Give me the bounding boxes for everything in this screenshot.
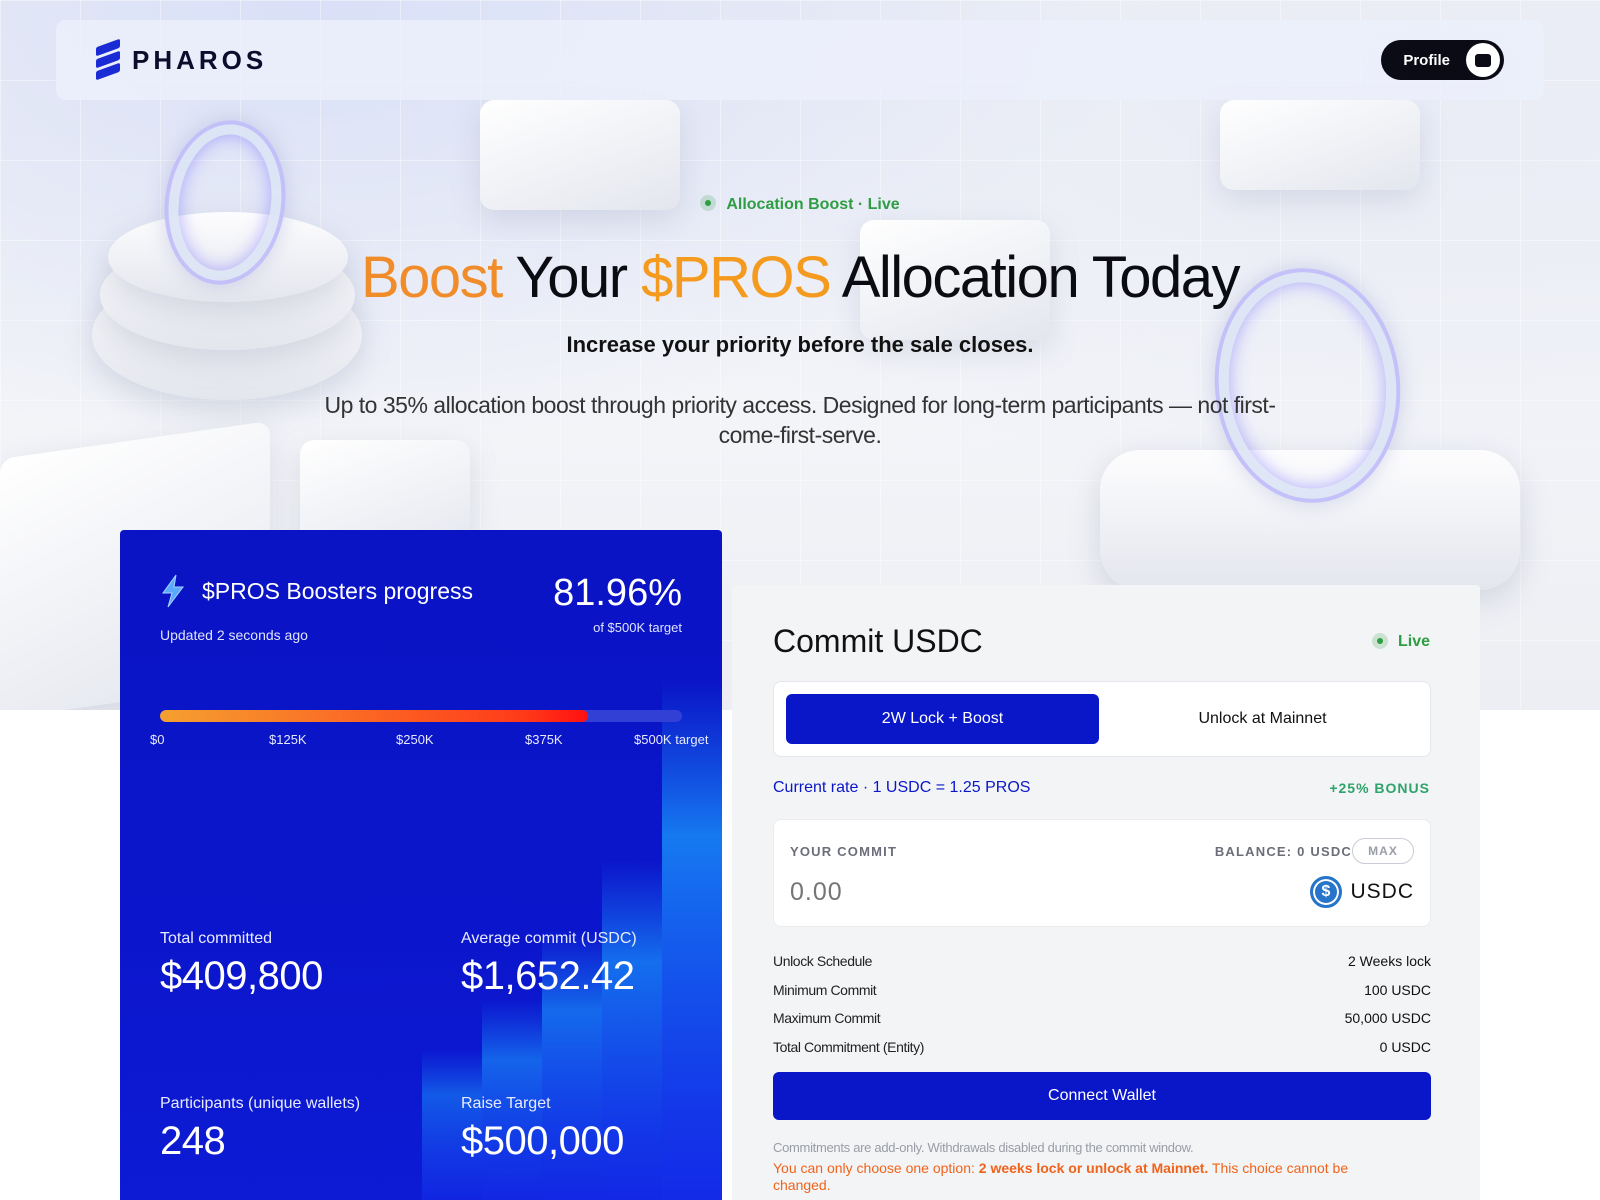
current-rate: Current rate · 1 USDC = 1.25 PROS xyxy=(773,779,1031,796)
profile-button[interactable]: Profile xyxy=(1381,40,1504,80)
lightning-bolt-icon xyxy=(162,574,184,608)
progress-title: $PROS Boosters progress xyxy=(160,574,473,608)
wallet-icon xyxy=(1466,43,1500,77)
token-symbol: USDC xyxy=(1350,880,1414,903)
commit-details: Unlock Schedule 2 Weeks lock Minimum Comm… xyxy=(773,947,1431,1061)
connect-wallet-button[interactable]: Connect Wallet xyxy=(773,1072,1431,1120)
lock-option-toggle: 2W Lock + Boost Unlock at Mainnet xyxy=(773,681,1431,757)
participants-value: 248 xyxy=(160,1119,226,1163)
page-headline: Boost Your $PROS Allocation Today xyxy=(360,245,1241,310)
commit-note: Commitments are add-only. Withdrawals di… xyxy=(773,1140,1194,1155)
token-selector: $ USDC xyxy=(1310,876,1414,908)
updated-timestamp: Updated 2 seconds ago xyxy=(160,627,308,643)
brand-logo[interactable]: PHAROS xyxy=(96,38,268,81)
your-commit-label: YOUR COMMIT xyxy=(790,844,898,859)
progress-percent: 81.96% xyxy=(553,572,682,614)
average-commit-value: $1,652.42 xyxy=(461,954,635,998)
option-unlock-at-mainnet[interactable]: Unlock at Mainnet xyxy=(1105,694,1420,744)
progress-bar-fill xyxy=(160,710,588,722)
brand-name: PHAROS xyxy=(132,44,268,75)
live-dot-icon xyxy=(1371,633,1388,649)
commit-usdc-card: Commit USDC Live 2W Lock + Boost Unlock … xyxy=(732,585,1480,1200)
bonus-badge: +25% BONUS xyxy=(1329,780,1430,796)
total-committed-value: $409,800 xyxy=(160,954,323,998)
raise-target-label: Raise Target xyxy=(461,1095,551,1112)
tick-label: $125K xyxy=(269,732,307,747)
profile-label: Profile xyxy=(1403,51,1450,69)
detail-row: Unlock Schedule 2 Weeks lock xyxy=(773,953,1431,970)
progress-target: of $500K target xyxy=(593,620,682,635)
top-nav: PHAROS Profile xyxy=(56,20,1544,100)
participants-label: Participants (unique wallets) xyxy=(160,1095,361,1112)
tick-label: $250K xyxy=(396,732,434,747)
commit-amount-input[interactable] xyxy=(790,878,1090,907)
tick-label: $0 xyxy=(150,732,165,747)
balance-label: BALANCE: 0 USDC xyxy=(1214,844,1352,859)
average-commit-label: Average commit (USDC) xyxy=(461,930,637,947)
commit-warning: You can only choose one option: 2 weeks … xyxy=(773,1160,1349,1193)
tick-label: $500K target xyxy=(634,732,709,747)
commit-input-box: YOUR COMMIT BALANCE: 0 USDC MAX $ USDC xyxy=(773,819,1431,927)
live-status: Live xyxy=(1371,633,1430,651)
pharos-logo-icon xyxy=(96,38,120,81)
total-committed-label: Total committed xyxy=(160,930,273,947)
tick-label: $375K xyxy=(525,732,563,747)
live-dot-icon xyxy=(700,195,717,211)
option-2w-lock-boost[interactable]: 2W Lock + Boost xyxy=(786,694,1099,744)
progress-ticks: $0 $125K $250K $375K $500K target xyxy=(150,732,722,752)
progress-bar xyxy=(160,710,682,722)
hero-subhead: Increase your priority before the sale c… xyxy=(566,332,1034,357)
usdc-icon: $ xyxy=(1310,876,1343,908)
max-button[interactable]: MAX xyxy=(1352,838,1414,864)
detail-row: Total Commitment (Entity) 0 USDC xyxy=(773,1038,1431,1055)
hero-description: Up to 35% allocation boost through prior… xyxy=(324,392,1276,448)
commit-title: Commit USDC xyxy=(773,623,983,659)
detail-row: Minimum Commit 100 USDC xyxy=(773,981,1431,998)
allocation-boost-badge: Allocation Boost · Live xyxy=(0,195,1600,214)
boosters-progress-card: $PROS Boosters progress Updated 2 second… xyxy=(120,530,722,1200)
raise-target-value: $500,000 xyxy=(461,1119,624,1163)
detail-row: Maximum Commit 50,000 USDC xyxy=(773,1010,1431,1027)
